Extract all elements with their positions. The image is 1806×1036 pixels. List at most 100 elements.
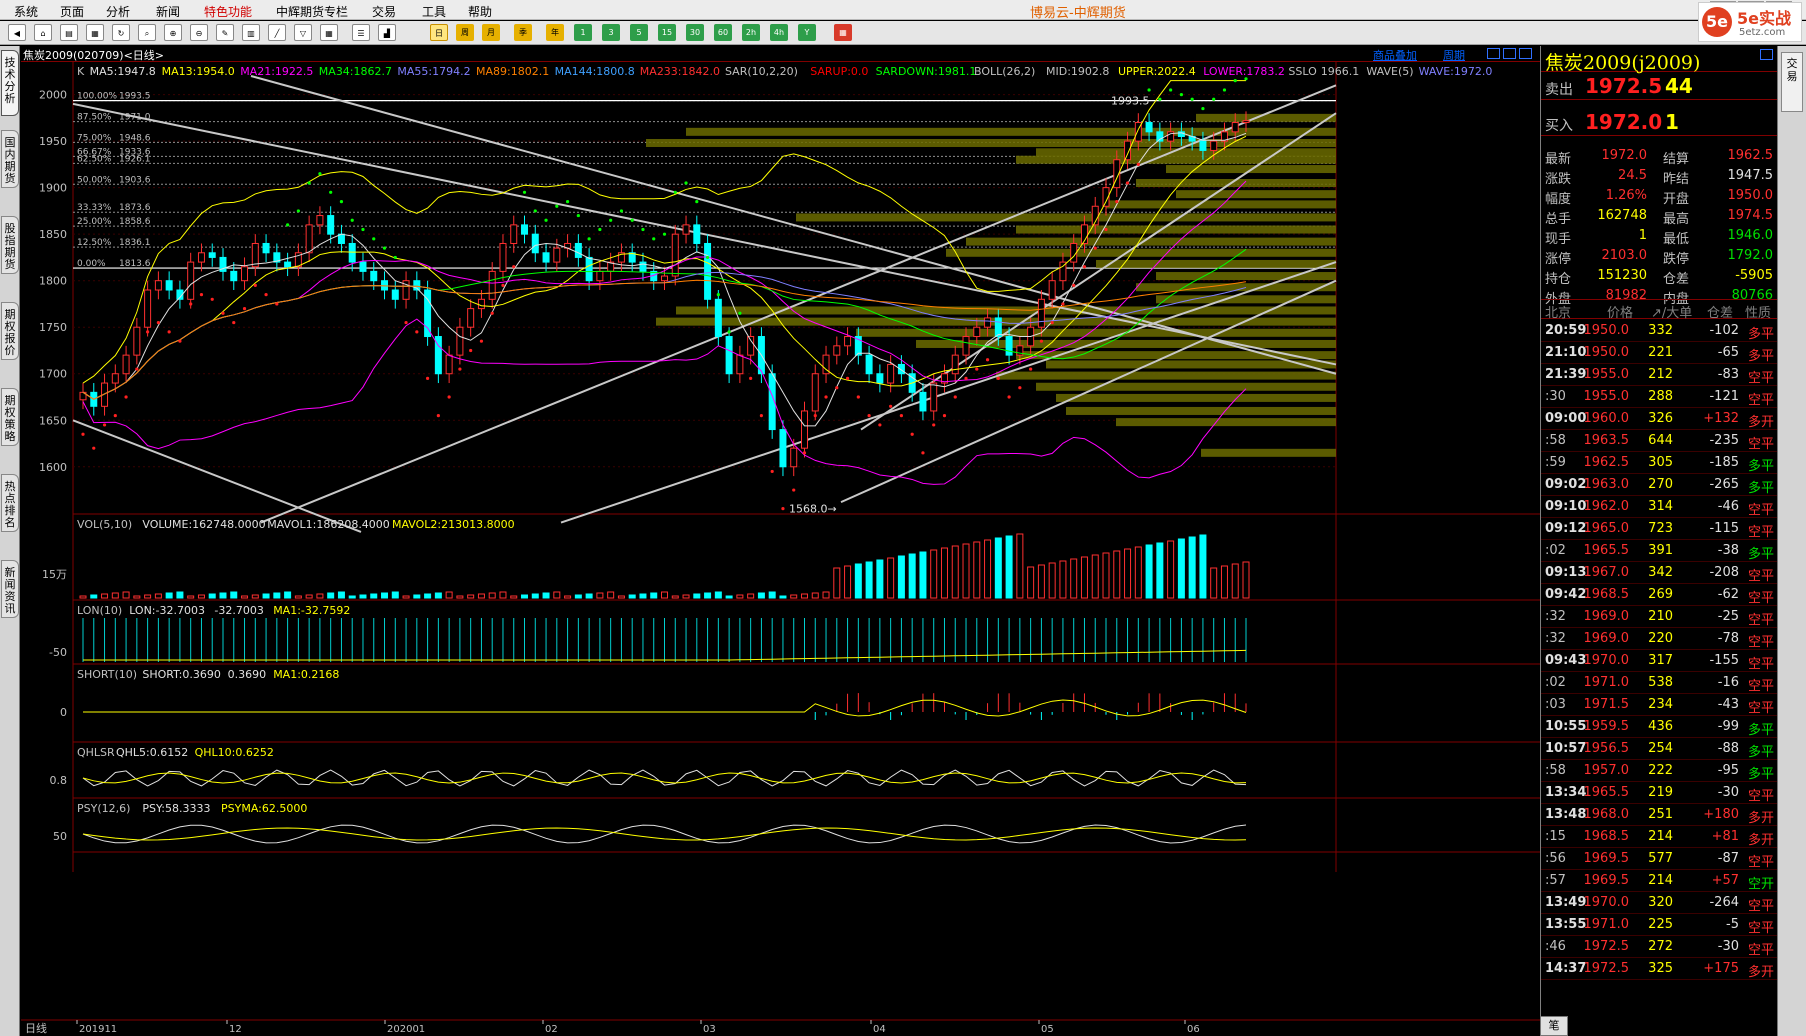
tick-row[interactable]: :58 1963.5 644 -235 空平 (1541, 430, 1777, 452)
volume-bar (273, 592, 281, 599)
news-icon[interactable]: ▤ (60, 24, 78, 41)
candle-body (951, 354, 959, 375)
line-tool-icon[interactable]: ╱ (268, 24, 286, 41)
period-y-button[interactable]: Y (798, 24, 816, 41)
tick-row[interactable]: 09:13 1967.0 342 -208 空平 (1541, 562, 1777, 584)
tick-price: 1968.5 (1583, 587, 1630, 602)
tick-row[interactable]: 09:12 1965.0 723 -115 空平 (1541, 518, 1777, 540)
tick-row[interactable]: 20:59 1950.0 332 -102 多平 (1541, 320, 1777, 342)
tick-row[interactable]: 13:55 1971.0 225 -5 空平 (1541, 914, 1777, 936)
tick-row[interactable]: 13:34 1965.5 219 -30 空平 (1541, 782, 1777, 804)
calendar-icon[interactable]: ▦ (834, 24, 852, 41)
tick-row[interactable]: :02 1965.5 391 -38 多平 (1541, 540, 1777, 562)
period-season-button[interactable]: 季 (514, 24, 532, 41)
tick-row[interactable]: 09:10 1962.0 314 -46 空平 (1541, 496, 1777, 518)
period-15m-button[interactable]: 15 (658, 24, 676, 41)
tick-row[interactable]: 09:02 1963.0 270 -265 多平 (1541, 474, 1777, 496)
sell-row[interactable]: 卖出 1972.5 44 (1541, 72, 1777, 100)
tab-index-futures[interactable]: 股指期货 (1, 216, 19, 274)
tick-oi: +81 (1711, 829, 1739, 844)
period-1m-button[interactable]: 1 (574, 24, 592, 41)
period-5m-button[interactable]: 5 (630, 24, 648, 41)
volume-bar (639, 593, 647, 599)
period-30m-button[interactable]: 30 (686, 24, 704, 41)
period-month-button[interactable]: 月 (482, 24, 500, 41)
back-icon[interactable]: ◀ (8, 24, 26, 41)
tick-row[interactable]: :32 1969.0 220 -78 空平 (1541, 628, 1777, 650)
chart-area[interactable]: 焦炭2009(020709)<日线> 商品叠加 周期 2000 1950 1900 1… (21, 46, 1540, 1036)
menu-trade[interactable]: 交易 (372, 3, 396, 20)
sar-dot (996, 376, 1000, 380)
tab-domestic-futures[interactable]: 国内期货 (1, 130, 19, 188)
period-3m-button[interactable]: 3 (602, 24, 620, 41)
tick-row[interactable]: :32 1969.0 210 -25 空平 (1541, 606, 1777, 628)
cycle-link[interactable]: 周期 (1443, 47, 1465, 63)
tab-option-strategy[interactable]: 期权策略 (1, 388, 19, 446)
home-icon[interactable]: ⌂ (34, 24, 52, 41)
menu-tools[interactable]: 工具 (422, 3, 446, 20)
tick-row[interactable]: 21:10 1950.0 221 -65 多平 (1541, 342, 1777, 364)
menu-zhonghui[interactable]: 中辉期货专栏 (276, 3, 348, 20)
table-icon[interactable]: ☰ (352, 24, 370, 41)
tick-mode-button[interactable]: 笔 (1540, 1016, 1568, 1036)
tab-option-quotes[interactable]: 期权报价 (1, 302, 19, 360)
zoom-icon[interactable]: ⊕ (164, 24, 182, 41)
menu-system[interactable]: 系统 (14, 3, 38, 20)
candle-body (714, 298, 722, 338)
tick-row[interactable]: :59 1962.5 305 -185 多平 (1541, 452, 1777, 474)
indicator-label: MA13:1954.0 (162, 65, 235, 78)
period-2h-button[interactable]: 2h (742, 24, 760, 41)
period-week-button[interactable]: 周 (456, 24, 474, 41)
tick-row[interactable]: 09:42 1968.5 269 -62 空平 (1541, 584, 1777, 606)
tick-row[interactable]: :15 1968.5 214 +81 多开 (1541, 826, 1777, 848)
buy-row[interactable]: 买入 1972.0 1 (1541, 108, 1777, 136)
tick-row[interactable]: 10:57 1956.5 254 -88 多平 (1541, 738, 1777, 760)
tick-row[interactable]: 10:55 1959.5 436 -99 多平 (1541, 716, 1777, 738)
tick-row[interactable]: :03 1971.5 234 -43 空平 (1541, 694, 1777, 716)
tick-row[interactable]: 13:48 1968.0 251 +180 多开 (1541, 804, 1777, 826)
kline-chart[interactable]: 2000 1950 1900 1850 1800 1750 1700 1650 1600 K MA5… (21, 62, 1540, 1036)
refresh-icon[interactable]: ↻ (112, 24, 130, 41)
tick-row[interactable]: :30 1955.0 288 -121 空平 (1541, 386, 1777, 408)
tick-row[interactable]: 21:39 1955.0 212 -83 空平 (1541, 364, 1777, 386)
period-60m-button[interactable]: 60 (714, 24, 732, 41)
tab-technical-analysis[interactable]: 技术分析 (1, 50, 19, 116)
menu-special[interactable]: 特色功能 (204, 3, 252, 20)
indicator-label: MAVOL2:213013.8000 (392, 518, 515, 531)
maximize-chart-icon[interactable] (1519, 48, 1532, 59)
grid-icon[interactable]: ▦ (320, 24, 338, 41)
menu-analysis[interactable]: 分析 (106, 3, 130, 20)
tab-news[interactable]: 新闻资讯 (1, 560, 19, 618)
volume-bar (79, 595, 87, 599)
tick-row[interactable]: 09:00 1960.0 326 +132 多开 (1541, 408, 1777, 430)
prev-icon[interactable] (1487, 48, 1500, 59)
volume-bar (596, 592, 604, 599)
tick-row[interactable]: 13:49 1970.0 320 -264 空平 (1541, 892, 1777, 914)
period-4h-button[interactable]: 4h (770, 24, 788, 41)
filter-icon[interactable]: ▽ (294, 24, 312, 41)
price-tick: 1600 (39, 461, 67, 474)
next-icon[interactable] (1503, 48, 1516, 59)
tab-trade[interactable]: 交易 (1781, 52, 1803, 112)
tick-row[interactable]: :58 1957.0 222 -95 多平 (1541, 760, 1777, 782)
menu-news[interactable]: 新闻 (156, 3, 180, 20)
quote-icon[interactable]: ▦ (86, 24, 104, 41)
menu-page[interactable]: 页面 (60, 3, 84, 20)
draw-icon[interactable]: ✎ (216, 24, 234, 41)
tick-row[interactable]: 14:37 1972.5 325 +175 多开 (1541, 958, 1777, 980)
chart-icon[interactable]: ▟ (378, 24, 396, 41)
tick-row[interactable]: :56 1969.5 577 -87 空平 (1541, 848, 1777, 870)
bar-icon[interactable]: ▥ (242, 24, 260, 41)
zoom-out-icon[interactable]: ⊖ (190, 24, 208, 41)
tick-row[interactable]: :02 1971.0 538 -16 空平 (1541, 672, 1777, 694)
tick-row[interactable]: :57 1969.5 214 +57 空开 (1541, 870, 1777, 892)
tick-row[interactable]: :46 1972.5 272 -30 空平 (1541, 936, 1777, 958)
search-icon[interactable]: ⌕ (138, 24, 156, 41)
tick-row[interactable]: 09:43 1970.0 317 -155 空平 (1541, 650, 1777, 672)
panel-toggle-icon[interactable] (1760, 49, 1773, 60)
tab-hot-ranking[interactable]: 热点排名 (1, 474, 19, 532)
overlay-link[interactable]: 商品叠加 (1373, 47, 1417, 63)
period-day-button[interactable]: 日 (430, 24, 448, 41)
menu-help[interactable]: 帮助 (468, 3, 492, 20)
period-year-button[interactable]: 年 (546, 24, 564, 41)
